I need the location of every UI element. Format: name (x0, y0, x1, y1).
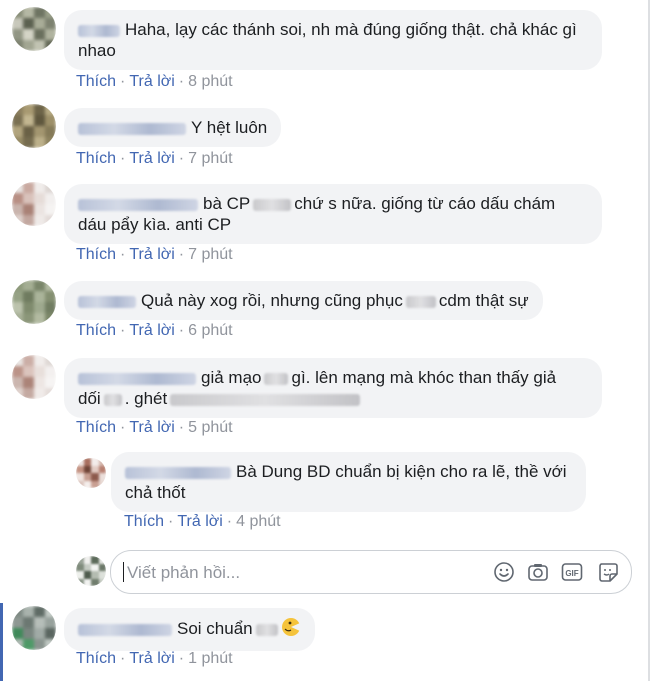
like-link[interactable]: Thích (76, 419, 116, 436)
reply-link[interactable]: Trả lời (177, 513, 222, 530)
redacted-text (255, 623, 278, 636)
comment-text: gì. lên mạng mà khóc than thấy giả (291, 368, 557, 387)
comment-actions: Thích · Trả lời · 8 phút (76, 73, 233, 90)
timestamp[interactable]: 5 phút (188, 419, 232, 436)
comment-text: cdm thật sự (438, 291, 529, 310)
reply-link[interactable]: Trả lời (129, 650, 174, 667)
like-link[interactable]: Thích (76, 73, 116, 90)
comment-text-cont: nhao (78, 41, 116, 60)
comment-bubble: giả mạo gì. lên mạng mà khóc than thấy gi… (64, 358, 602, 418)
comment-text-cont: chả thốt (125, 483, 186, 502)
text-caret (123, 562, 124, 582)
timestamp[interactable]: 4 phút (236, 513, 280, 530)
commenter-name[interactable] (78, 198, 198, 211)
comment-actions: Thích · Trả lời · 6 phút (76, 322, 233, 339)
comment-text: Soi chuẩn (177, 618, 253, 638)
comment-bubble: Quả này xog rồi, nhưng cũng phục cdm thật… (64, 281, 543, 320)
avatar[interactable] (12, 7, 56, 51)
commenter-name[interactable] (78, 372, 196, 385)
commenter-name[interactable] (78, 122, 186, 135)
like-link[interactable]: Thích (124, 513, 164, 530)
comment-text: Quả này xog rồi, nhưng cũng phục (141, 291, 403, 310)
gif-icon[interactable]: GIF (561, 561, 583, 583)
camera-icon[interactable] (527, 561, 549, 583)
commenter-name[interactable] (78, 623, 172, 636)
reply-link[interactable]: Trả lời (129, 150, 174, 167)
avatar[interactable] (12, 182, 56, 226)
comment-text: chứ s nữa. giống từ cáo dấu chám (294, 194, 556, 213)
like-link[interactable]: Thích (76, 650, 116, 667)
redacted-text (405, 295, 436, 308)
comment-bubble: Haha, lạy các thánh soi, nh mà đúng giốn… (64, 10, 602, 70)
reply-input[interactable] (125, 551, 489, 595)
comment-bubble: bà CP chứ s nữa. giống từ cáo dấu chám dá… (64, 184, 602, 244)
comment-text: giả mạo (201, 368, 262, 387)
avatar[interactable] (12, 104, 56, 148)
avatar[interactable] (12, 355, 56, 399)
comment-bubble: Soi chuẩn (64, 608, 315, 651)
timestamp[interactable]: 8 phút (188, 73, 232, 90)
timestamp[interactable]: 7 phút (188, 150, 232, 167)
gif-label: GIF (565, 569, 578, 578)
redacted-text (264, 372, 289, 385)
reply-input-box[interactable]: GIF (110, 550, 632, 595)
reply-link[interactable]: Trả lời (129, 246, 174, 263)
avatar[interactable] (12, 280, 56, 324)
comment-text: . ghét (124, 389, 168, 408)
comment-actions: Thích · Trả lời · 7 phút (76, 150, 233, 167)
reply-link[interactable]: Trả lời (129, 73, 174, 90)
comment-actions: Thích · Trả lời · 4 phút (124, 513, 281, 530)
avatar (76, 556, 106, 586)
reply-link[interactable]: Trả lời (129, 419, 174, 436)
reply-bubble: Bà Dung BD chuẩn bị kiện cho ra lẽ, thề … (111, 452, 586, 512)
redacted-text (103, 393, 122, 406)
sticker-icon[interactable] (597, 561, 619, 583)
comment-actions: Thích · Trả lời · 7 phút (76, 246, 233, 263)
timestamp[interactable]: 7 phút (188, 246, 232, 263)
comment-actions: Thích · Trả lời · 5 phút (76, 419, 233, 436)
timestamp[interactable]: 6 phút (188, 322, 232, 339)
commenter-name[interactable] (78, 24, 120, 37)
avatar[interactable] (76, 458, 106, 488)
redacted-text (170, 393, 361, 406)
comment-text-cont: dáu pẩy kìa. anti CP (78, 215, 232, 234)
comment-text: Y hệt luôn (191, 118, 268, 137)
comment-text: Haha, lạy các thánh soi, nh mà đúng giốn… (125, 20, 577, 39)
smile-emoji-icon[interactable] (493, 561, 515, 583)
commenter-name[interactable] (125, 466, 231, 479)
timestamp[interactable]: 1 phút (188, 650, 232, 667)
pacman-emoji-icon (281, 617, 301, 642)
like-link[interactable]: Thích (76, 150, 116, 167)
reply-link[interactable]: Trả lời (129, 322, 174, 339)
comment-actions: Thích · Trả lời · 1 phút (76, 650, 233, 667)
redacted-text (253, 198, 292, 211)
comment-text: bà CP (203, 194, 251, 213)
avatar[interactable] (12, 606, 56, 650)
comment-bubble: Y hệt luôn (64, 108, 282, 147)
comment-text-cont: dối (78, 389, 101, 408)
new-comment-accent (0, 603, 3, 681)
like-link[interactable]: Thích (76, 246, 116, 263)
commenter-name[interactable] (78, 295, 136, 308)
like-link[interactable]: Thích (76, 322, 116, 339)
comment-text: Bà Dung BD chuẩn bị kiện cho ra lẽ, thề … (236, 462, 567, 481)
